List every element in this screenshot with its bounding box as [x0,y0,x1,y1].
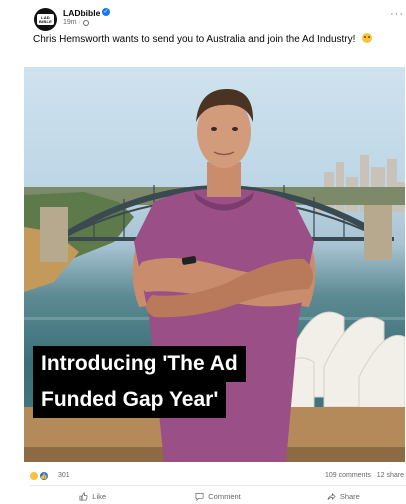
post-header: LAD BIBLE LADbible ✓ 19m · ··· [30,6,406,32]
haha-reaction-icon [29,471,39,481]
headline-line-2: Funded Gap Year' [33,382,227,418]
thumbs-up-icon [79,492,88,500]
image-headline: Introducing 'The Ad Funded Gap Year' [33,346,246,418]
page-name-link[interactable]: LADbible [63,8,100,18]
like-button[interactable]: Like [30,489,155,503]
comment-button[interactable]: Comment [155,489,280,503]
post-actions: Like Comment Share [30,489,406,503]
share-button[interactable]: Share [281,489,406,503]
share-arrow-icon [327,492,336,500]
post-caption: Chris Hemsworth wants to send you to Aus… [33,33,393,46]
like-label: Like [92,491,107,501]
ladbible-logo: LAD BIBLE [37,14,54,25]
comment-label: Comment [208,491,241,501]
shares-count-link[interactable]: 12 share [377,472,404,479]
divider [30,485,406,486]
headline-line-1: Introducing 'The Ad [33,346,246,382]
reaction-count[interactable]: 301 [58,472,70,479]
comment-bubble-icon [195,492,204,501]
verified-badge-icon: ✓ [102,8,110,16]
comments-shares: 109 comments 12 share [325,472,404,479]
page-avatar[interactable]: LAD BIBLE [34,8,57,31]
share-label: Share [339,491,360,501]
reactions-bar: 👍 301 109 comments 12 share [29,470,406,484]
bridge-pylon-left [40,207,68,262]
post-time[interactable]: 19m · [63,19,81,26]
like-reaction-icon: 👍 [39,471,49,481]
bridge-pylon-right [364,205,392,260]
more-options-button[interactable]: ··· [390,9,404,20]
globe-icon [82,19,89,26]
surprised-emoji-icon [362,33,373,43]
caption-text: Chris Hemsworth wants to send you to Aus… [33,34,356,45]
reaction-icons[interactable]: 👍 [29,471,49,481]
facebook-post: LAD BIBLE LADbible ✓ 19m · ··· Chris Hem… [0,0,406,504]
comments-count-link[interactable]: 109 comments [325,472,371,479]
logo-text-bottom: BIBLE [39,18,52,24]
post-meta: 19m · [63,19,89,26]
